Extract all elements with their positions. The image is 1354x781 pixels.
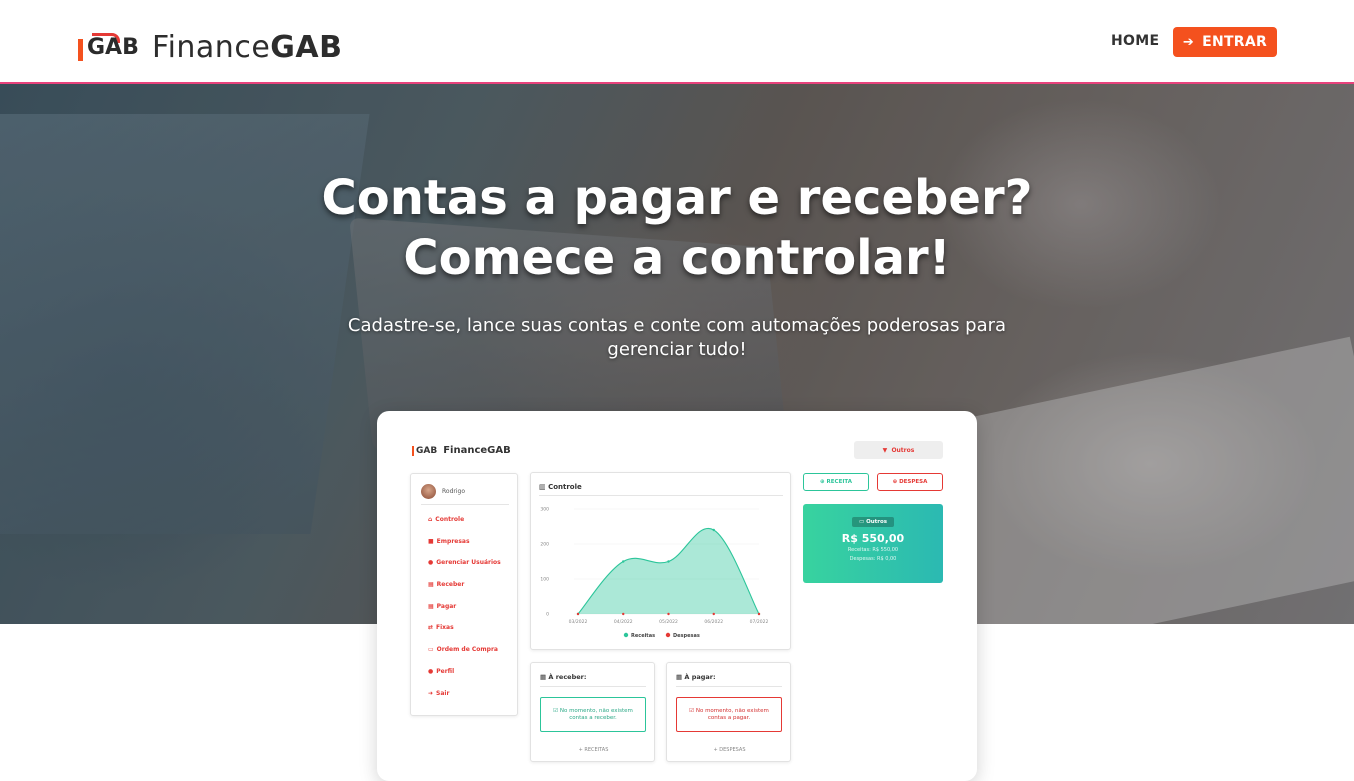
preview-menu-item: ⌂ Controle xyxy=(428,516,465,523)
preview-menu-item: ▦ Receber xyxy=(428,581,465,589)
brand[interactable]: GAB FinanceGAB xyxy=(78,30,343,65)
series-area xyxy=(578,528,759,614)
sign-out-icon: ➜ xyxy=(428,689,434,697)
preview-pagar-title: ▦ À pagar: xyxy=(676,673,716,681)
preview-menu-item: ⇄ Fixas xyxy=(428,624,454,632)
data-point xyxy=(576,612,580,616)
preview-menu-item: ● Gerenciar Usuários xyxy=(428,559,501,567)
preview-menu-item: ➜ Sair xyxy=(428,689,450,697)
exchange-icon: ⇄ xyxy=(428,624,434,632)
legend-marker xyxy=(665,632,671,638)
area-chart: 0 100 200 300 03/2022 04/2022 05/2022 06/2022 07… xyxy=(540,507,769,639)
preview-menu-item: ■ Empresas xyxy=(428,537,470,545)
data-point xyxy=(622,560,625,563)
avatar xyxy=(421,484,436,499)
data-point xyxy=(667,560,670,563)
hero-title: Contas a pagar e receber? Comece a contro… xyxy=(321,170,1033,286)
data-point xyxy=(757,612,761,616)
preview-total-card: ▭ Outros R$ 550,00 Receitas: R$ 550,00 D… xyxy=(803,504,943,583)
preview-total-despesas: Despesas: R$ 0,00 xyxy=(849,556,897,562)
briefcase-icon: ■ xyxy=(428,537,434,545)
nav-home-link[interactable]: HOME xyxy=(1111,33,1159,49)
legend-marker xyxy=(623,632,629,638)
y-tick-label: 300 xyxy=(540,507,549,513)
x-tick-label: 03/2022 xyxy=(569,619,588,625)
preview-menu-item: ▦ Pagar xyxy=(428,602,457,610)
data-point xyxy=(712,612,715,616)
preview-receita-button: ⊕ RECEITA xyxy=(803,473,869,491)
preview-pagar-card: ▦ À pagar: ☑ No momento, não existem con… xyxy=(666,662,791,762)
x-tick-label: 04/2022 xyxy=(614,619,633,625)
preview-user: Rodrigo xyxy=(421,484,465,499)
user-icon: ● xyxy=(428,559,434,567)
y-tick-label: 200 xyxy=(540,542,549,548)
y-tick-label: 100 xyxy=(540,577,549,583)
data-point xyxy=(712,528,715,532)
check-icon: ☑ xyxy=(689,707,696,714)
preview-pagar-alert: ☑ No momento, não existem contas a pagar… xyxy=(676,697,782,732)
navbar: GAB FinanceGAB HOME ➔ ENTRAR xyxy=(0,0,1354,84)
preview-receber-card: ▦ À receber: ☑ No momento, não existem c… xyxy=(530,662,655,762)
sign-in-icon: ➔ xyxy=(1182,34,1195,50)
preview-brand: GAB FinanceGAB xyxy=(412,445,511,456)
filter-icon: ▼ xyxy=(882,446,892,454)
app-preview-image: GAB FinanceGAB ▼ Outros Rodrigo ⌂ Controle… xyxy=(377,411,977,781)
preview-receber-alert: ☑ No momento, não existem contas a receb… xyxy=(540,697,646,732)
preview-chart-card: ▥ Controle 0 100 200 300 03/2022 04/2022 05/20… xyxy=(530,472,791,650)
preview-total-tag: ▭ Outros xyxy=(851,517,895,527)
preview-receitas-link: + RECEITAS xyxy=(578,747,609,753)
enter-button[interactable]: ➔ ENTRAR xyxy=(1173,27,1277,57)
preview-menu-item: ▭ Ordem de Compra xyxy=(428,646,498,654)
preview-total-amount: R$ 550,00 xyxy=(841,532,905,545)
data-point xyxy=(667,612,670,616)
brand-name: FinanceGAB xyxy=(152,30,343,65)
money-icon: ▭ xyxy=(858,519,867,525)
legend-label: Receitas xyxy=(631,633,655,639)
user-icon: ● xyxy=(428,667,434,675)
preview-sidebar: Rodrigo ⌂ Controle ■ Empresas ● Gerenciar Usu… xyxy=(410,473,518,716)
preview-menu-item: ● Perfil xyxy=(428,667,455,675)
preview-filter-button: ▼ Outros xyxy=(854,441,943,459)
preview-despesa-button: ⊕ DESPESA xyxy=(877,473,943,491)
home-icon: ⌂ xyxy=(428,516,433,523)
preview-receber-title: ▦ À receber: xyxy=(540,673,587,681)
x-tick-label: 05/2022 xyxy=(659,619,678,625)
hero-subtitle: Cadastre-se, lance suas contas e conte c… xyxy=(347,315,1007,360)
preview-despesas-link: + DESPESAS xyxy=(713,747,746,753)
preview-total-receitas: Receitas: R$ 550,00 xyxy=(847,547,899,553)
enter-button-label: ENTRAR xyxy=(1202,34,1268,50)
brand-logo-mark: GAB xyxy=(87,34,139,60)
calendar-icon: ▦ xyxy=(428,581,434,589)
x-tick-label: 06/2022 xyxy=(704,619,723,625)
y-tick-label: 0 xyxy=(546,612,549,618)
preview-menu: ⌂ Controle ■ Empresas ● Gerenciar Usuários ▦ Re… xyxy=(428,516,501,711)
x-tick-label: 07/2022 xyxy=(750,619,769,625)
card-icon: ▭ xyxy=(428,646,434,654)
brand-logo-icon: GAB xyxy=(78,32,142,63)
data-point xyxy=(622,612,625,616)
check-icon: ☑ xyxy=(553,707,560,714)
calendar-icon: ▦ xyxy=(428,602,434,610)
legend-label: Despesas xyxy=(673,633,700,639)
